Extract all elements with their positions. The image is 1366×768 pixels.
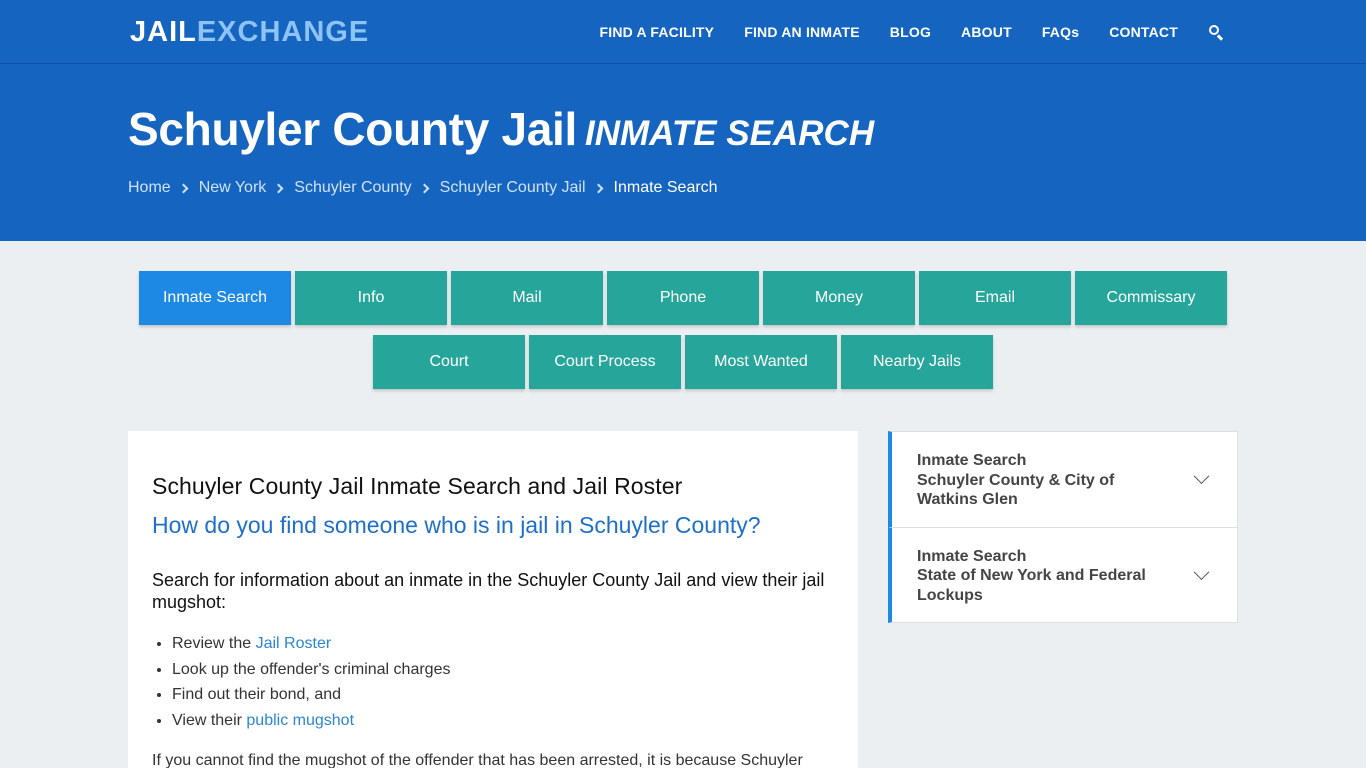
tab-inmate-search[interactable]: Inmate Search [139,271,291,325]
tab-money[interactable]: Money [763,271,915,325]
breadcrumb: Home New York Schuyler County Schuyler C… [128,179,718,197]
breadcrumb-new-york[interactable]: New York [199,179,267,197]
page-title: Schuyler County Jail INMATE SEARCH [128,102,874,156]
list-item-text: Review the [172,635,256,652]
top-navbar: JAILEXCHANGE FIND A FACILITY FIND AN INM… [0,0,1366,64]
facility-tabs: Inmate Search Info Mail Phone Money Emai… [0,271,1366,399]
content-paragraph: If you cannot find the mugshot of the of… [152,752,803,768]
nav-find-an-inmate[interactable]: FIND AN INMATE [744,24,860,40]
accordion-subtitle: State of New York and Federal Lockups [917,567,1146,604]
content-intro: Search for information about an inmate i… [152,570,825,612]
list-item: Look up the offender's criminal charges [172,657,834,683]
logo-text-jail: JAIL [130,16,197,48]
chevron-down-icon [1193,468,1210,485]
list-item: Find out their bond, and [172,682,834,708]
page-title-main: Schuyler County Jail [128,103,578,155]
search-icon-lens [1209,25,1219,35]
nav-about[interactable]: ABOUT [961,24,1012,40]
chevron-right-icon [273,183,284,193]
accordion-item-state-federal[interactable]: Inmate Search State of New York and Fede… [888,527,1238,623]
tab-nearby-jails[interactable]: Nearby Jails [841,335,993,389]
search-icon[interactable] [1208,24,1224,41]
public-mugshot-link[interactable]: public mugshot [246,712,354,729]
chevron-right-icon [419,183,430,193]
nav-blog[interactable]: BLOG [890,24,931,40]
tab-court[interactable]: Court [373,335,525,389]
site-logo[interactable]: JAILEXCHANGE [130,16,369,48]
logo-text-exchange: EXCHANGE [196,16,370,48]
tab-email[interactable]: Email [919,271,1071,325]
tab-most-wanted[interactable]: Most Wanted [685,335,837,389]
list-item-text: Look up the offender's criminal charges [172,660,451,678]
page-title-sub: INMATE SEARCH [585,114,875,153]
content-question: How do you find someone who is in jail i… [152,512,761,538]
feature-list: Review the Jail Roster Look up the offen… [152,631,834,733]
tab-info[interactable]: Info [295,271,447,325]
tab-mail[interactable]: Mail [451,271,603,325]
list-item-text: Find out their bond, and [172,686,342,703]
tab-court-process[interactable]: Court Process [529,335,681,389]
tab-row-1: Inmate Search Info Mail Phone Money Emai… [0,271,1366,325]
tab-row-2: Court Court Process Most Wanted Nearby J… [0,335,1366,389]
jail-roster-link[interactable]: Jail Roster [256,635,332,652]
chevron-right-icon [593,183,603,193]
breadcrumb-current: Inmate Search [613,179,718,196]
list-item: View their public mugshot [172,708,834,734]
accordion-title: Inmate Search [917,547,1027,565]
content-heading: Schuyler County Jail Inmate Search and J… [152,473,683,499]
accordion-item-schuyler-county[interactable]: Inmate Search Schuyler County & City of … [888,431,1238,528]
list-item: Review the Jail Roster [172,631,834,657]
nav-faqs[interactable]: FAQs [1042,24,1079,40]
search-icon-handle [1217,34,1224,41]
main-nav: FIND A FACILITY FIND AN INMATE BLOG ABOU… [569,0,1224,64]
breadcrumb-home[interactable]: Home [128,179,171,197]
page-hero: Schuyler County Jail INMATE SEARCH Home N… [0,64,1366,241]
accordion-title: Inmate Search [917,452,1027,469]
tab-phone[interactable]: Phone [607,271,759,325]
nav-find-a-facility[interactable]: FIND A FACILITY [599,24,714,40]
tab-commissary[interactable]: Commissary [1075,271,1227,325]
accordion-subtitle: Schuyler County & City of Watkins Glen [917,471,1115,509]
chevron-down-icon [1193,564,1210,580]
sidebar-accordion: Inmate Search Schuyler County & City of … [888,431,1238,623]
main-content: Schuyler County Jail Inmate Search and J… [128,431,858,768]
list-item-text: View their [172,711,247,729]
chevron-right-icon [178,183,189,193]
nav-contact[interactable]: CONTACT [1109,24,1178,40]
breadcrumb-schuyler-county[interactable]: Schuyler County [294,179,411,197]
breadcrumb-schuyler-county-jail[interactable]: Schuyler County Jail [440,179,586,197]
